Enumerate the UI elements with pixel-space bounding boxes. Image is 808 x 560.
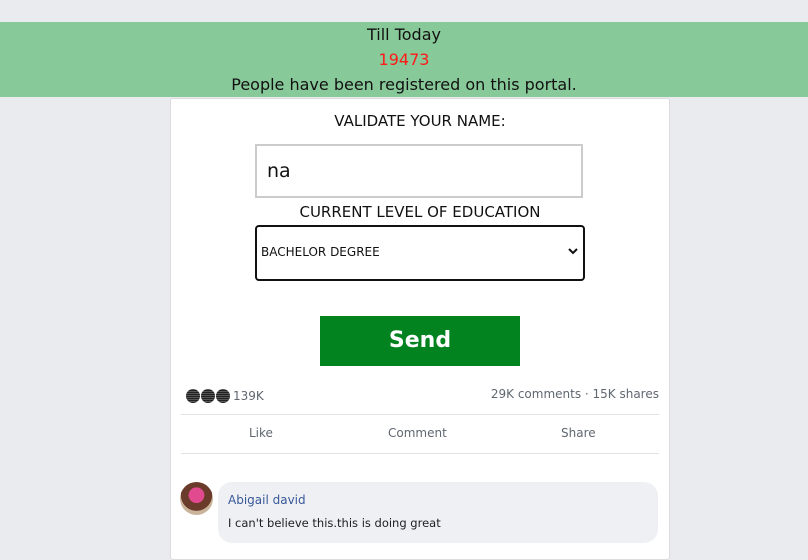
comment-button[interactable]: Comment (388, 426, 447, 440)
share-button[interactable]: Share (561, 426, 596, 440)
send-button[interactable]: Send (320, 316, 520, 366)
registration-banner: Till Today 19473 People have been regist… (0, 22, 808, 97)
reaction-icon (185, 388, 201, 404)
name-label: VALIDATE YOUR NAME: (334, 112, 506, 130)
education-label: CURRENT LEVEL OF EDUCATION (299, 203, 541, 221)
education-select[interactable]: BACHELOR DEGREE (255, 225, 585, 281)
reaction-icon (200, 388, 216, 404)
post-stats[interactable]: 29K comments · 15K shares (491, 387, 659, 401)
chevron-down-icon (568, 248, 578, 255)
form-card: VALIDATE YOUR NAME: CURRENT LEVEL OF EDU… (170, 98, 670, 560)
comment-bubble: Abigail david I can't believe this.this … (218, 482, 658, 543)
education-selected-value: BACHELOR DEGREE (261, 245, 380, 259)
like-button[interactable]: Like (249, 426, 273, 440)
comment-author[interactable]: Abigail david (228, 493, 306, 507)
divider (181, 453, 659, 454)
avatar[interactable] (180, 482, 213, 515)
name-input[interactable] (255, 144, 583, 198)
divider (181, 414, 659, 415)
registration-count: 19473 (378, 50, 430, 69)
comment-text: I can't believe this.this is doing great (228, 516, 441, 530)
reaction-icon (215, 388, 231, 404)
banner-heading: Till Today (367, 25, 441, 44)
banner-subtext: People have been registered on this port… (231, 75, 577, 94)
reaction-count: 139K (233, 389, 264, 403)
